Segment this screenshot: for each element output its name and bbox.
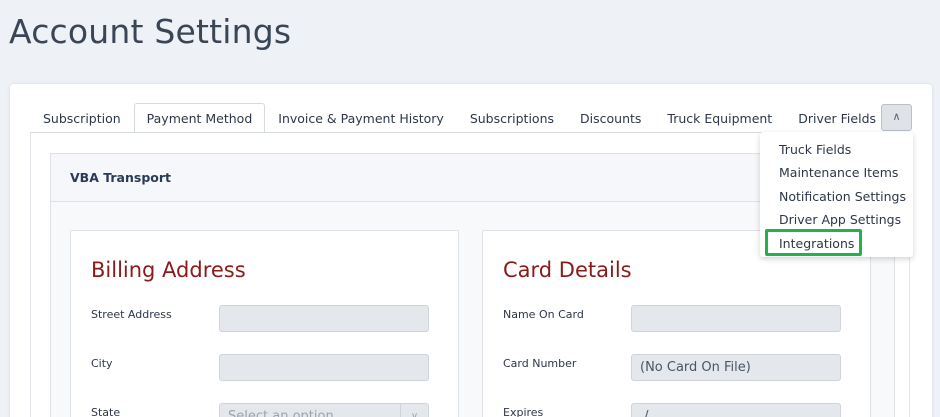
tab-subscriptions[interactable]: Subscriptions (457, 103, 567, 133)
billing-address-title: Billing Address (91, 258, 246, 282)
state-label: State (91, 406, 121, 417)
street-address-input[interactable] (219, 305, 429, 332)
city-label: City (91, 357, 113, 370)
street-address-label: Street Address (91, 308, 172, 321)
card-details-title: Card Details (503, 258, 632, 282)
name-on-card-input[interactable] (631, 305, 841, 332)
card-number-input[interactable]: (No Card On File) (631, 354, 841, 381)
chevron-up-icon: ∧ (892, 110, 901, 123)
state-select-placeholder: Select an option (228, 409, 334, 417)
more-tabs-dropdown: Truck Fields Maintenance Items Notificat… (760, 132, 913, 257)
more-tabs-toggle-button[interactable]: ∧ (881, 104, 912, 131)
card-details-section: Card Details Name On Card Card Number (N… (482, 230, 871, 417)
menu-item-truck-fields[interactable]: Truck Fields (760, 138, 913, 161)
city-input[interactable] (219, 354, 429, 381)
menu-item-maintenance-items[interactable]: Maintenance Items (760, 161, 913, 184)
chevron-down-icon[interactable]: ∨ (400, 404, 428, 417)
name-on-card-label: Name On Card (503, 308, 584, 321)
tab-driver-fields[interactable]: Driver Fields (785, 103, 889, 133)
menu-item-notification-settings[interactable]: Notification Settings (760, 185, 913, 208)
tab-invoice-payment-history[interactable]: Invoice & Payment History (265, 103, 457, 133)
billing-address-section: Billing Address Street Address City Stat… (70, 230, 459, 417)
expires-input[interactable]: / (631, 403, 841, 417)
state-select[interactable]: Select an option ∨ (219, 403, 429, 417)
menu-item-driver-app-settings[interactable]: Driver App Settings (760, 208, 913, 231)
tab-payment-method[interactable]: Payment Method (133, 103, 266, 133)
settings-tabs: Subscription Payment Method Invoice & Pa… (30, 103, 889, 133)
tab-truck-equipment[interactable]: Truck Equipment (654, 103, 785, 133)
tab-subscription[interactable]: Subscription (30, 103, 134, 133)
card-number-label: Card Number (503, 357, 577, 370)
menu-item-integrations[interactable]: Integrations (760, 232, 913, 255)
page-title: Account Settings (9, 12, 292, 51)
expires-label: Expires (503, 406, 544, 417)
tab-discounts[interactable]: Discounts (567, 103, 654, 133)
